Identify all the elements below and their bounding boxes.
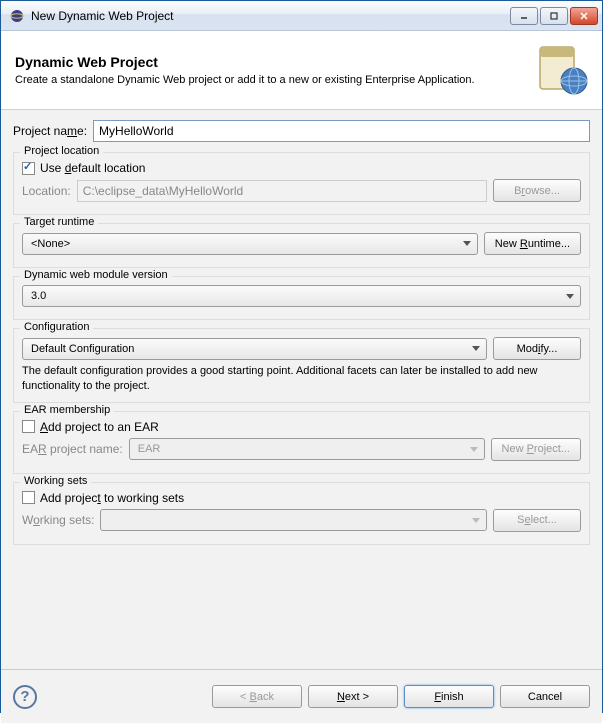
chevron-down-icon	[566, 294, 574, 299]
working-sets-group: Working sets Add project to working sets…	[13, 482, 590, 545]
page-title: Dynamic Web Project	[15, 54, 532, 70]
maximize-button[interactable]	[540, 7, 568, 25]
project-name-input[interactable]	[93, 120, 590, 142]
add-to-working-sets-checkbox[interactable]	[22, 491, 35, 504]
location-label: Location:	[22, 184, 71, 198]
next-button[interactable]: Next >	[308, 685, 398, 708]
target-runtime-value: <None>	[31, 238, 70, 250]
minimize-button[interactable]	[510, 7, 538, 25]
chevron-down-icon	[472, 346, 480, 351]
ear-membership-title: EAR membership	[20, 404, 114, 416]
working-sets-select	[100, 509, 487, 531]
ear-project-label: EAR project name:	[22, 442, 123, 456]
configuration-value: Default Configuration	[31, 343, 134, 355]
working-sets-title: Working sets	[20, 475, 91, 487]
ear-project-select: EAR	[129, 438, 485, 460]
wizard-button-bar: ? < Back Next > Finish Cancel	[1, 669, 602, 723]
back-button: < Back	[212, 685, 302, 708]
ear-project-value: EAR	[138, 443, 161, 455]
use-default-location-label: Use default location	[40, 161, 145, 175]
cancel-button[interactable]: Cancel	[500, 685, 590, 708]
chevron-down-icon	[472, 518, 480, 523]
module-version-value: 3.0	[31, 290, 46, 302]
help-icon[interactable]: ?	[13, 685, 37, 709]
configuration-select[interactable]: Default Configuration	[22, 338, 487, 360]
configuration-title: Configuration	[20, 321, 93, 333]
browse-button: Browse...	[493, 179, 581, 202]
window-title: New Dynamic Web Project	[31, 9, 510, 23]
location-input	[77, 180, 487, 202]
eclipse-icon	[9, 8, 25, 24]
select-working-sets-button: Select...	[493, 509, 581, 532]
wizard-content: Project name: Project location Use defau…	[1, 110, 602, 669]
web-project-icon	[532, 41, 590, 99]
module-version-select[interactable]: 3.0	[22, 285, 581, 307]
module-version-group: Dynamic web module version 3.0	[13, 276, 590, 320]
project-location-group: Project location Use default location Lo…	[13, 152, 590, 215]
new-runtime-button[interactable]: New Runtime...	[484, 232, 581, 255]
wizard-banner: Dynamic Web Project Create a standalone …	[1, 31, 602, 110]
close-button[interactable]	[570, 7, 598, 25]
target-runtime-title: Target runtime	[20, 216, 98, 228]
finish-button[interactable]: Finish	[404, 685, 494, 708]
module-version-title: Dynamic web module version	[20, 269, 172, 281]
ear-membership-group: EAR membership Add project to an EAR EAR…	[13, 411, 590, 474]
add-to-ear-label: Add project to an EAR	[40, 420, 159, 434]
use-default-location-checkbox[interactable]	[22, 162, 35, 175]
new-ear-project-button: New Project...	[491, 438, 581, 461]
target-runtime-group: Target runtime <None> New Runtime...	[13, 223, 590, 268]
project-location-title: Project location	[20, 145, 103, 157]
chevron-down-icon	[463, 241, 471, 246]
modify-button[interactable]: Modify...	[493, 337, 581, 360]
project-name-label: Project name:	[13, 124, 87, 138]
configuration-description: The default configuration provides a goo…	[22, 364, 581, 394]
add-to-working-sets-label: Add project to working sets	[40, 491, 184, 505]
window-titlebar: New Dynamic Web Project	[1, 1, 602, 31]
target-runtime-select[interactable]: <None>	[22, 233, 478, 255]
add-to-ear-checkbox[interactable]	[22, 420, 35, 433]
page-description: Create a standalone Dynamic Web project …	[15, 74, 532, 86]
configuration-group: Configuration Default Configuration Modi…	[13, 328, 590, 403]
working-sets-label: Working sets:	[22, 513, 94, 527]
chevron-down-icon	[470, 447, 478, 452]
